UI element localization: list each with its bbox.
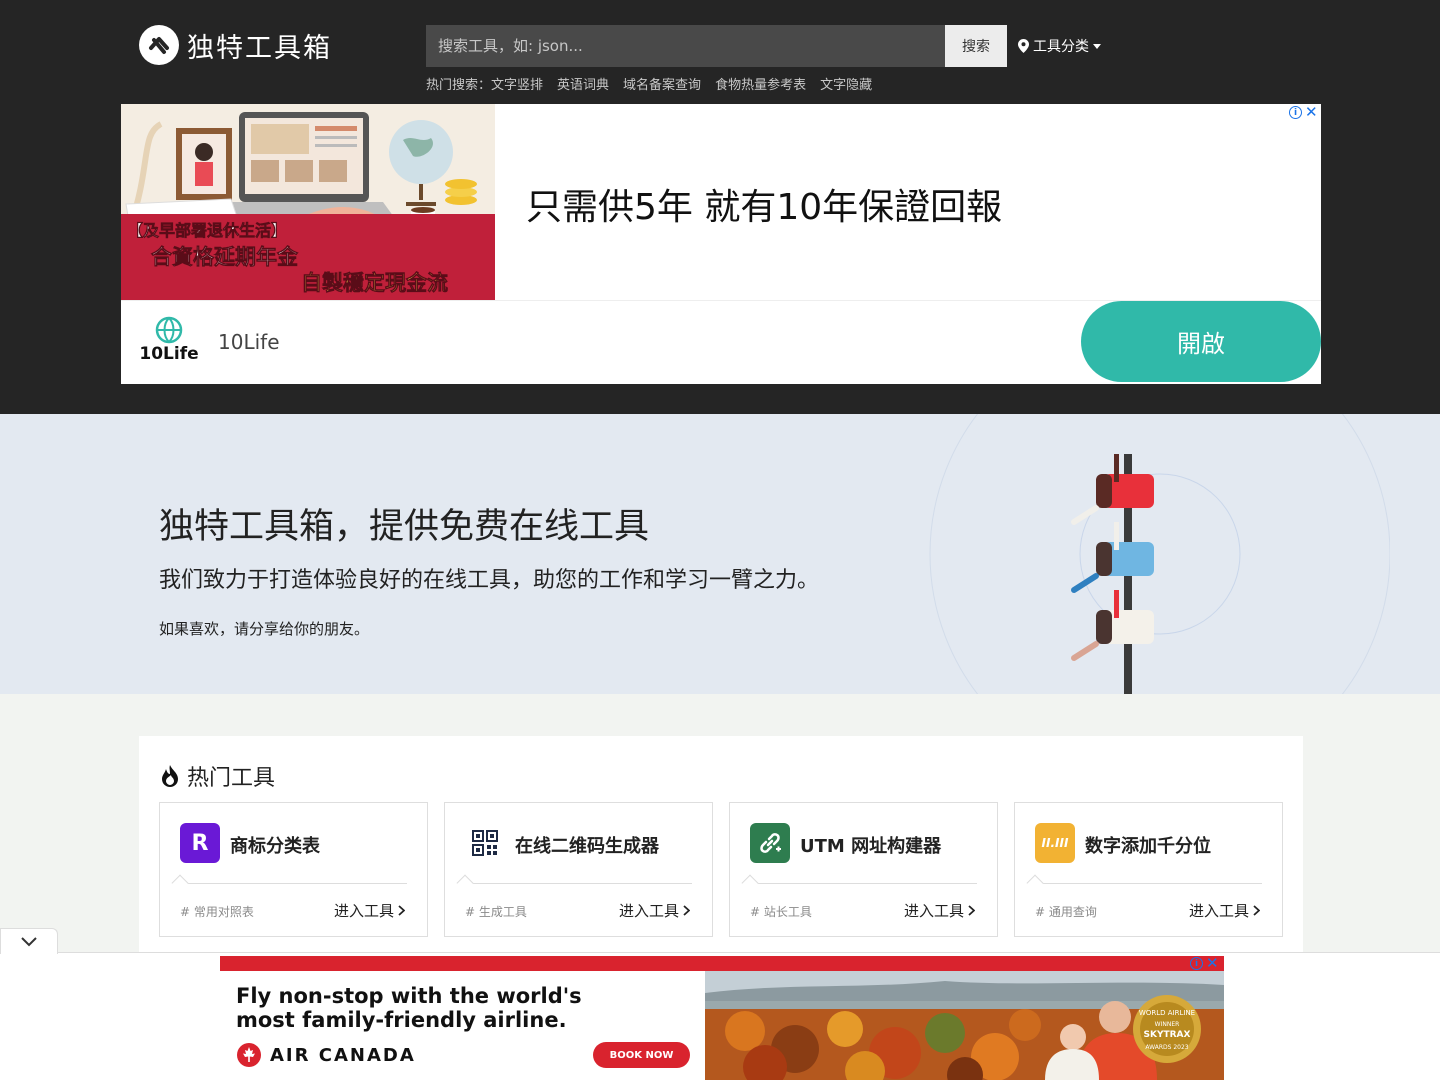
tool-name: UTM 网址构建器 [800,836,942,857]
ad-headline: Fly non-stop with the world's most famil… [236,984,582,1032]
enter-tool-link[interactable]: 进入工具 [334,900,405,921]
svg-text:SKYTRAX: SKYTRAX [1144,1030,1191,1040]
ad-photo: WORLD AIRLINE WINNER SKYTRAX AWARDS 2023 [705,971,1224,1080]
ad-brand-name: 10Life [218,330,280,354]
tool-tag[interactable]: # 生成工具 [465,903,527,920]
enter-tool-link[interactable]: 进入工具 [619,900,690,921]
close-icon[interactable]: ✕ [1305,105,1318,120]
tool-card-qr-generator[interactable]: 在线二维码生成器 # 生成工具 进入工具 [444,802,713,937]
svg-text:AWARDS 2023: AWARDS 2023 [1145,1044,1188,1051]
trademark-r-icon: R [180,823,220,863]
tool-tag[interactable]: # 常用对照表 [180,903,254,920]
bottom-advertisement[interactable]: Fly non-stop with the world's most famil… [220,956,1224,1080]
collapse-ad-button[interactable] [0,928,58,954]
book-now-button[interactable]: BOOK NOW [593,1042,690,1068]
number-format-icon: II.III [1035,823,1075,863]
category-label: 工具分类 [1033,39,1089,55]
chevron-down-icon [21,936,37,946]
tool-card-thousands-separator[interactable]: II.III 数字添加千分位 # 通用查询 进入工具 [1014,802,1283,937]
hot-search-item[interactable]: 域名备案查询 [623,74,701,93]
hero-note: 如果喜欢，请分享给你的朋友。 [159,620,370,638]
ad-headline: 只需供5年 就有10年保證回報 [526,187,1003,228]
hot-tools-section: 热门工具 R 商标分类表 # 常用对照表 进入工具 在线二维码生成器 # 生成工… [139,736,1303,966]
hot-tools-title: 热门工具 [187,766,276,791]
svg-text:自製穩定現金流: 自製穩定現金流 [301,271,448,295]
hero-title: 独特工具箱，提供免费在线工具 [159,507,650,547]
ad-brand: AIR CANADA [236,1042,416,1068]
chevron-right-icon [968,905,975,916]
category-dropdown[interactable]: 工具分类 [1018,36,1101,56]
search-input[interactable] [426,25,945,67]
ad-brand-logo: 10Life [139,316,199,368]
close-icon[interactable]: ✕ [1206,956,1219,971]
hero-banner: 独特工具箱，提供免费在线工具 我们致力于打造体验良好的在线工具，助您的工作和学习… [0,414,1440,694]
caret-down-icon [1093,43,1101,49]
tool-card-utm-builder[interactable]: UTM 网址构建器 # 站长工具 进入工具 [729,802,998,937]
logo-text: 独特工具箱 [187,32,332,64]
enter-tool-link[interactable]: 进入工具 [904,900,975,921]
tool-tag[interactable]: # 通用查询 [1035,903,1097,920]
logo-icon [139,25,179,65]
svg-text:WINNER: WINNER [1155,1021,1180,1028]
chevron-right-icon [1253,905,1260,916]
ad-choices[interactable]: i ✕ [1190,956,1219,971]
hot-search-bar: 热门搜索：文字竖排 英语词典 域名备案查询 食物热量参考表 文字隐藏 [426,74,872,93]
hot-search-item[interactable]: 食物热量参考表 [715,74,806,93]
site-header: 独特工具箱 搜索 工具分类 热门搜索：文字竖排 英语词典 域名备案查询 食物热量… [0,0,1440,414]
top-advertisement[interactable]: 【及早部署退休生活】 合資格延期年金 自製穩定現金流 只需供5年 就有10年保證… [121,104,1321,384]
tool-name: 在线二维码生成器 [515,836,659,857]
link-icon [750,823,790,863]
site-logo[interactable]: 独特工具箱 [139,25,332,65]
hot-tools-heading: 热门工具 [159,760,275,792]
hot-search-item[interactable]: 英语词典 [557,74,609,93]
ad-open-button[interactable]: 開啟 [1081,301,1321,382]
maple-leaf-icon [237,1043,261,1067]
svg-text:WORLD AIRLINE: WORLD AIRLINE [1139,1009,1195,1017]
qr-code-icon [465,823,505,863]
hot-search-label: 热门搜索： [426,78,492,93]
fire-icon [162,765,178,787]
svg-text:合資格延期年金: 合資格延期年金 [151,245,299,269]
search-button[interactable]: 搜索 [945,25,1007,67]
hero-subtitle: 我们致力于打造体验良好的在线工具，助您的工作和学习一臂之力。 [159,568,820,593]
ad-image: 【及早部署退休生活】 合資格延期年金 自製穩定現金流 [121,104,495,300]
info-icon[interactable]: i [1190,957,1203,970]
info-icon[interactable]: i [1289,106,1302,119]
svg-text:【及早部署退休生活】: 【及早部署退休生活】 [127,221,287,240]
globe-icon [155,316,183,344]
tool-card-trademark[interactable]: R 商标分类表 # 常用对照表 进入工具 [159,802,428,937]
ad-choices[interactable]: i ✕ [1289,105,1318,120]
chevron-right-icon [683,905,690,916]
location-pin-icon [1018,39,1029,53]
enter-tool-link[interactable]: 进入工具 [1189,900,1260,921]
tool-name: 商标分类表 [230,836,320,857]
tool-tag[interactable]: # 站长工具 [750,903,812,920]
hot-search-item[interactable]: 文字隐藏 [820,74,872,93]
tool-name: 数字添加千分位 [1085,836,1211,857]
chevron-right-icon [398,905,405,916]
hot-search-item[interactable]: 文字竖排 [491,78,543,93]
mailbox-illustration [929,414,1390,694]
